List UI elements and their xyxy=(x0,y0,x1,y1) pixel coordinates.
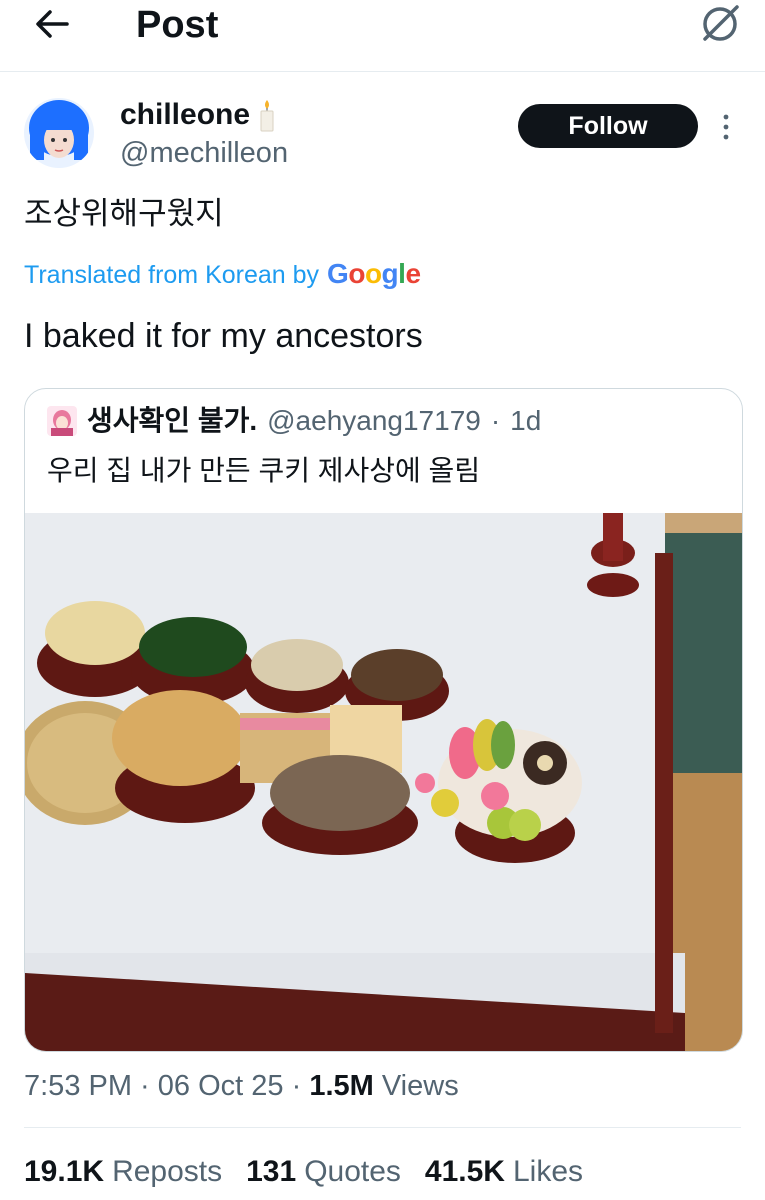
top-bar: Post xyxy=(0,0,765,72)
likes-stat[interactable]: 41.5K Likes xyxy=(425,1152,583,1192)
author-row: chilleone @mechilleon Follow xyxy=(24,98,744,174)
candle-icon xyxy=(260,100,274,132)
quotes-count: 131 xyxy=(246,1155,297,1188)
more-options-button[interactable] xyxy=(714,112,738,142)
likes-count: 41.5K xyxy=(424,1155,505,1188)
arrow-left-icon xyxy=(36,10,69,38)
more-vertical-icon xyxy=(723,114,729,140)
back-button[interactable] xyxy=(30,6,74,42)
quote-tweet[interactable]: 생사확인 불가. @aehyang17179 · 1d 우리 집 내가 만든 쿠… xyxy=(24,388,743,1052)
views-label: Views xyxy=(381,1070,459,1102)
quotes-label: Quotes xyxy=(304,1155,401,1188)
google-logo: Google xyxy=(327,258,421,289)
translated-label: Translated from Korean by xyxy=(24,261,320,289)
reposts-stat[interactable]: 19.1K Reposts xyxy=(24,1152,222,1192)
quote-handle[interactable]: @aehyang17179 xyxy=(267,404,481,438)
post-meta: 7:53 PM · 06 Oct 25 · 1.5M Views xyxy=(24,1070,459,1102)
post-time: 7:53 PM xyxy=(24,1070,132,1102)
reposts-label: Reposts xyxy=(112,1155,223,1188)
author-handle[interactable]: @mechilleon xyxy=(120,136,288,170)
likes-label: Likes xyxy=(512,1155,584,1188)
avatar[interactable] xyxy=(24,98,94,168)
reposts-count: 19.1K xyxy=(24,1155,105,1188)
grok-button[interactable] xyxy=(699,3,743,43)
quote-photo[interactable] xyxy=(25,513,743,1052)
quote-header: 생사확인 불가. @aehyang17179 · 1d xyxy=(47,403,541,439)
display-name-text: chilleone xyxy=(120,98,251,131)
quote-avatar[interactable] xyxy=(47,406,77,436)
separator-dot: · xyxy=(490,405,501,436)
post-date: 06 Oct 25 xyxy=(157,1070,284,1102)
display-name[interactable]: chilleone xyxy=(120,98,278,132)
quotes-stat[interactable]: 131 Quotes xyxy=(246,1152,401,1192)
quote-text: 우리 집 내가 만든 쿠키 제사상에 올림 xyxy=(47,455,481,486)
engagement-stats: 19.1K Reposts 131 Quotes 41.5K Likes xyxy=(24,1152,583,1192)
quote-time: 1d xyxy=(510,405,542,436)
translation-attribution[interactable]: Translated from Korean by Google xyxy=(24,256,421,293)
follow-button[interactable]: Follow xyxy=(518,104,698,148)
quote-display-name[interactable]: 생사확인 불가. xyxy=(87,404,257,438)
divider xyxy=(24,1127,741,1128)
tweet-text: 조상위해구웠지 xyxy=(24,196,224,231)
page-title: Post xyxy=(136,4,219,46)
translated-text: I baked it for my ancestors xyxy=(24,317,423,355)
grok-icon xyxy=(703,5,739,41)
views-count: 1.5M xyxy=(309,1070,374,1102)
